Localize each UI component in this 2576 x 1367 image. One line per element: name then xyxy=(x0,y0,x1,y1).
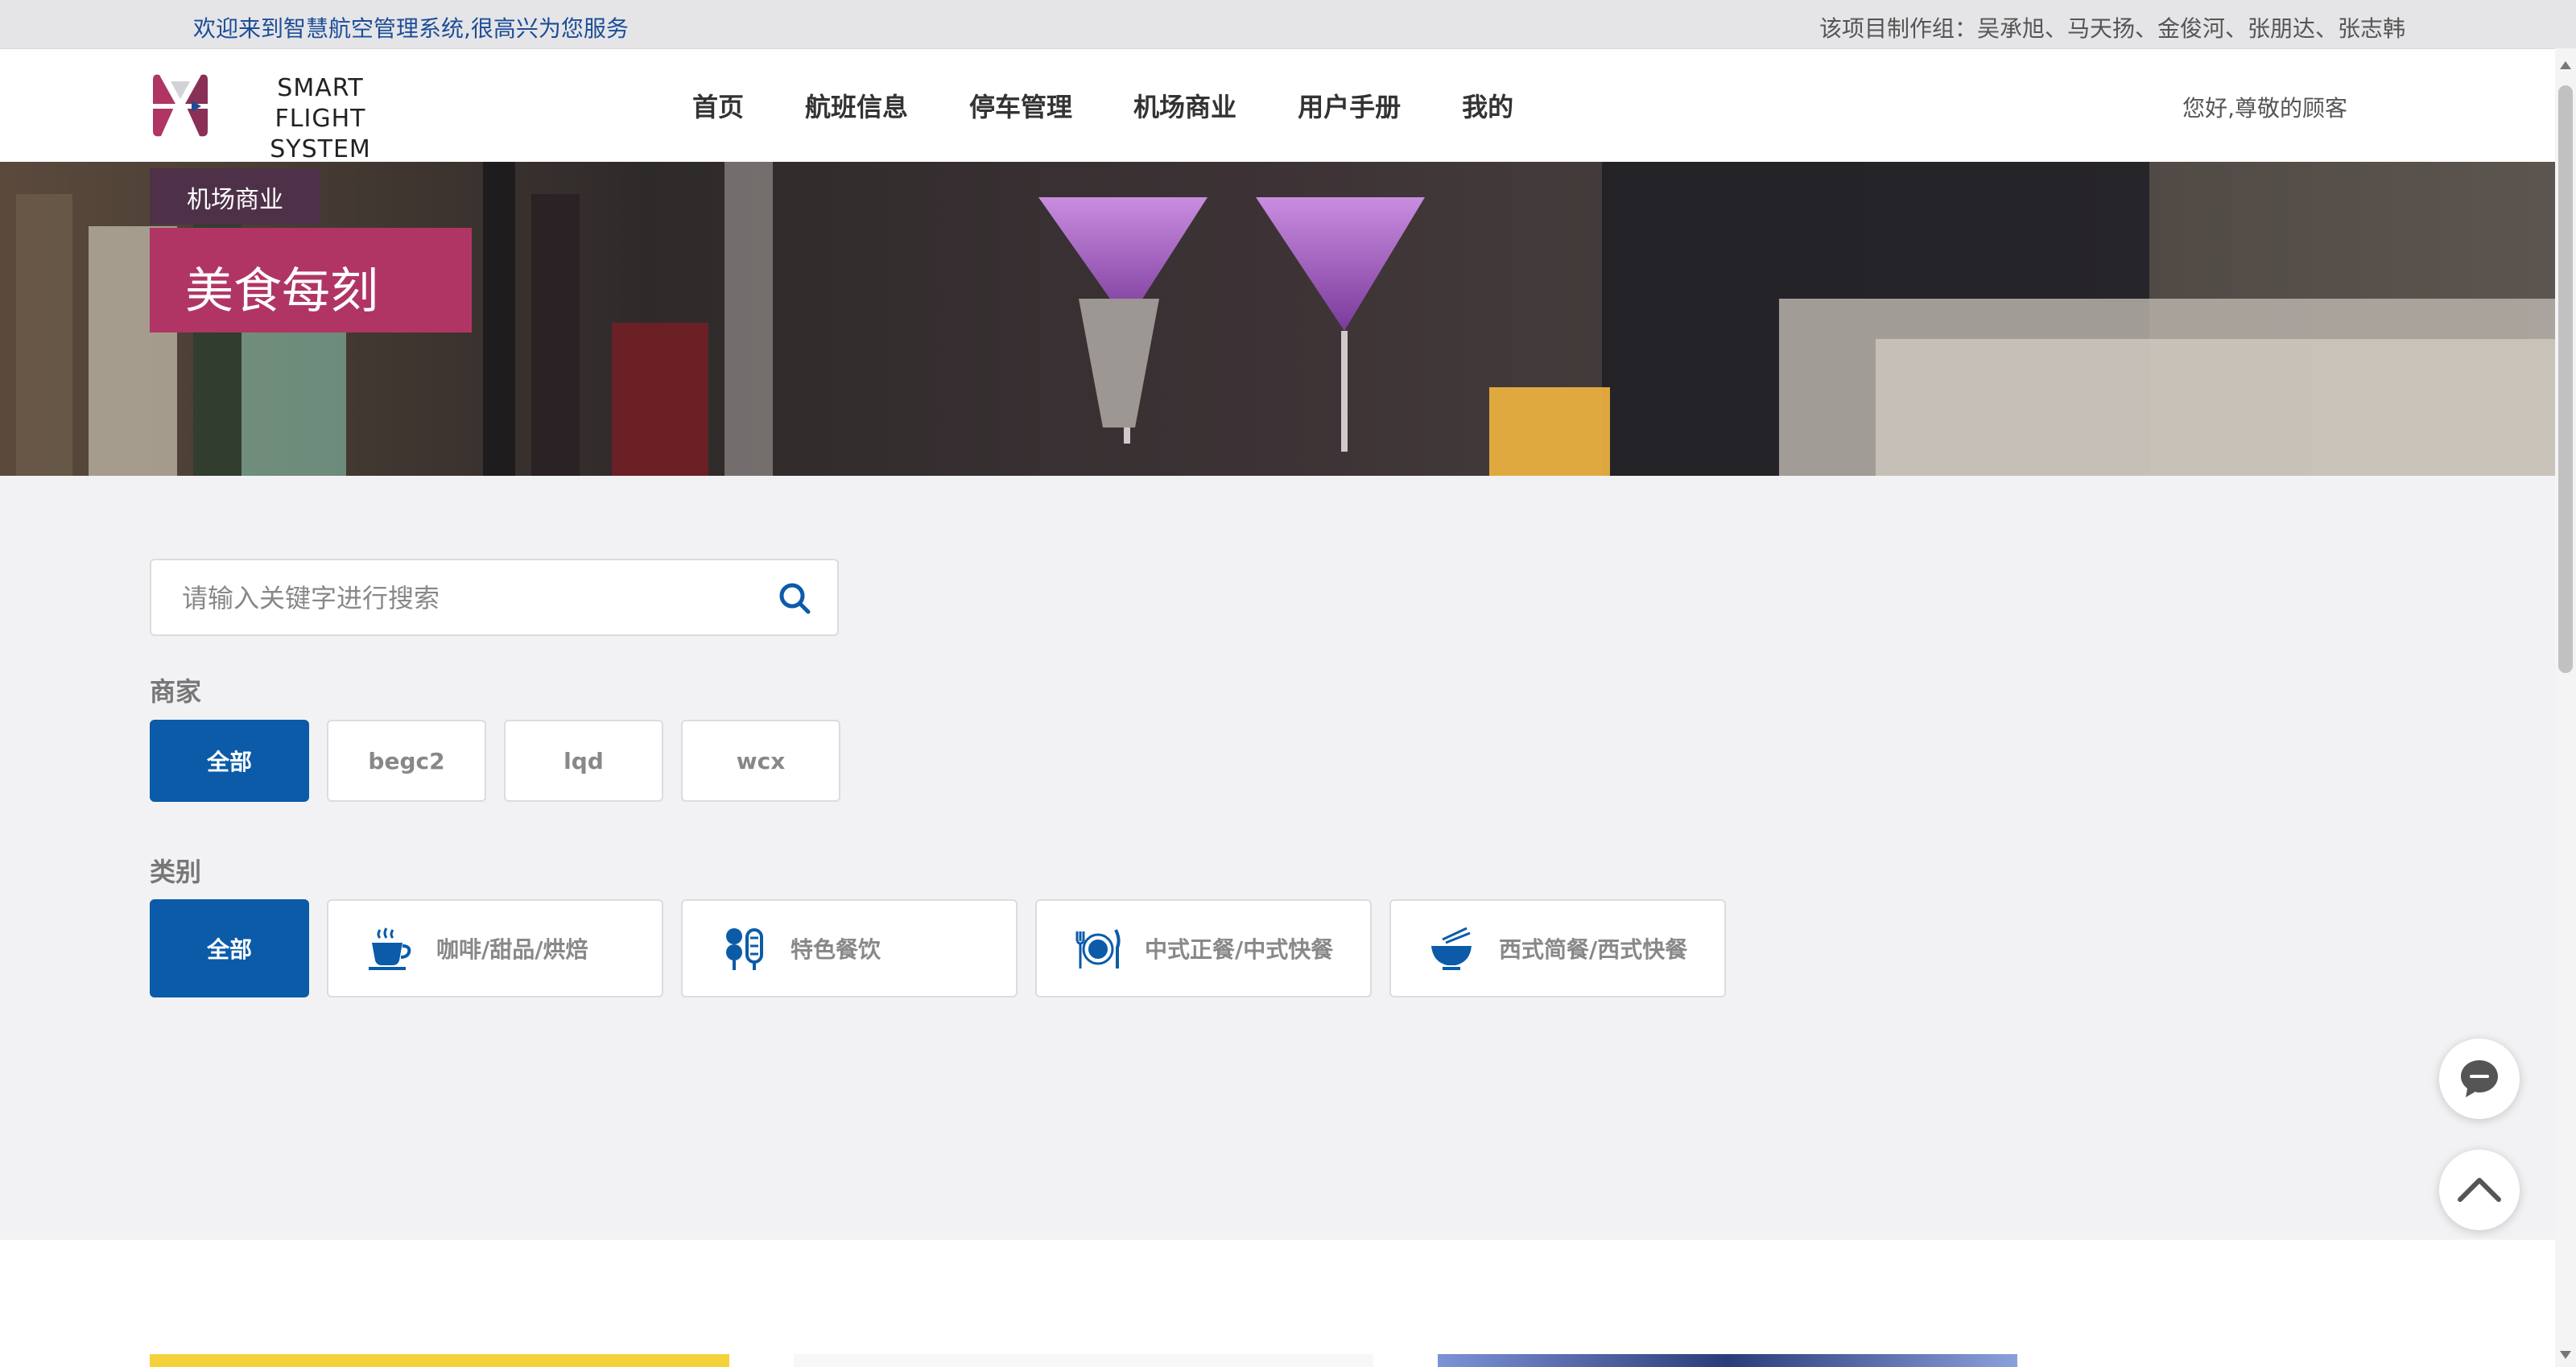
chevron-up-icon xyxy=(2458,1178,2501,1202)
user-greeting[interactable]: 您好,尊敬的顾客 xyxy=(2182,91,2347,123)
category-label-coffee: 咖啡/甜品/烘焙 xyxy=(436,936,588,963)
breadcrumb[interactable]: 机场商业 xyxy=(150,168,320,225)
scroll-down-arrow[interactable] xyxy=(2560,1351,2571,1359)
merchant-chip-all[interactable]: 全部 xyxy=(150,720,309,802)
merchant-chip-lqd[interactable]: lqd xyxy=(504,720,663,802)
page-title: 美食每刻 xyxy=(185,263,378,320)
nav-flight-info[interactable]: 航班信息 xyxy=(805,87,908,124)
logo-line-1: SMART FLIGHT xyxy=(275,74,366,133)
search-input[interactable] xyxy=(180,578,747,618)
category-chip-chinese[interactable]: 中式正餐/中式快餐 xyxy=(1035,899,1372,997)
project-credits: 该项目制作组：吴承旭、马天扬、金俊河、张朋达、张志韩 xyxy=(1818,15,2405,42)
product-card-3[interactable] xyxy=(1438,1354,2017,1367)
category-chip-western[interactable]: 西式简餐/西式快餐 xyxy=(1389,899,1726,997)
category-chip-coffee-dessert[interactable]: 咖啡/甜品/烘焙 xyxy=(327,899,663,997)
back-to-top-button[interactable] xyxy=(2439,1150,2520,1230)
main-nav: 首页 航班信息 停车管理 机场商业 用户手册 我的 xyxy=(692,49,1575,162)
nav-user-manual[interactable]: 用户手册 xyxy=(1298,87,1401,124)
site-header: SMART FLIGHT SYSTEM 首页 航班信息 停车管理 机场商业 用户… xyxy=(0,49,2576,163)
logo-mark-icon xyxy=(148,74,213,137)
site-logo[interactable]: SMART FLIGHT SYSTEM xyxy=(148,72,406,163)
plate-cutlery-icon xyxy=(1075,929,1121,968)
scroll-up-arrow[interactable] xyxy=(2560,61,2571,69)
chat-bubble-icon xyxy=(2461,1060,2498,1097)
category-label-specialty: 特色餐饮 xyxy=(791,936,881,963)
page-title-box: 美食每刻 xyxy=(150,228,472,332)
coffee-cup-icon xyxy=(369,927,411,970)
product-card-1[interactable] xyxy=(150,1354,729,1367)
search-icon[interactable] xyxy=(776,580,815,618)
nav-home[interactable]: 首页 xyxy=(692,87,744,124)
nav-mine[interactable]: 我的 xyxy=(1462,87,1513,124)
skewer-food-icon xyxy=(726,928,763,970)
product-list-section xyxy=(0,1240,2576,1367)
category-label-chinese: 中式正餐/中式快餐 xyxy=(1145,936,1334,963)
scroll-thumb[interactable] xyxy=(2558,85,2573,673)
merchant-filter-label: 商家 xyxy=(150,676,202,707)
merchant-chip-wcx[interactable]: wcx xyxy=(681,720,840,802)
page-scrollbar[interactable] xyxy=(2555,48,2576,1367)
product-card-2[interactable] xyxy=(794,1354,1373,1367)
category-label-western: 西式简餐/西式快餐 xyxy=(1499,936,1688,963)
logo-text: SMART FLIGHT SYSTEM xyxy=(235,73,406,165)
chat-button[interactable] xyxy=(2439,1039,2520,1119)
category-filter-label: 类别 xyxy=(150,857,202,887)
search-box xyxy=(150,559,839,636)
top-info-bar: 欢迎来到智慧航空管理系统,很高兴为您服务 该项目制作组：吴承旭、马天扬、金俊河、… xyxy=(0,0,2576,49)
logo-line-2: SYSTEM xyxy=(270,135,371,163)
nav-parking[interactable]: 停车管理 xyxy=(969,87,1072,124)
noodle-bowl-icon xyxy=(1431,927,1472,970)
welcome-text: 欢迎来到智慧航空管理系统,很高兴为您服务 xyxy=(193,15,629,42)
nav-airport-business[interactable]: 机场商业 xyxy=(1133,87,1236,124)
category-chip-all[interactable]: 全部 xyxy=(150,899,309,997)
category-chip-specialty[interactable]: 特色餐饮 xyxy=(681,899,1018,997)
merchant-chip-begc2[interactable]: begc2 xyxy=(327,720,486,802)
hero-banner: 机场商业 美食每刻 xyxy=(0,162,2576,476)
